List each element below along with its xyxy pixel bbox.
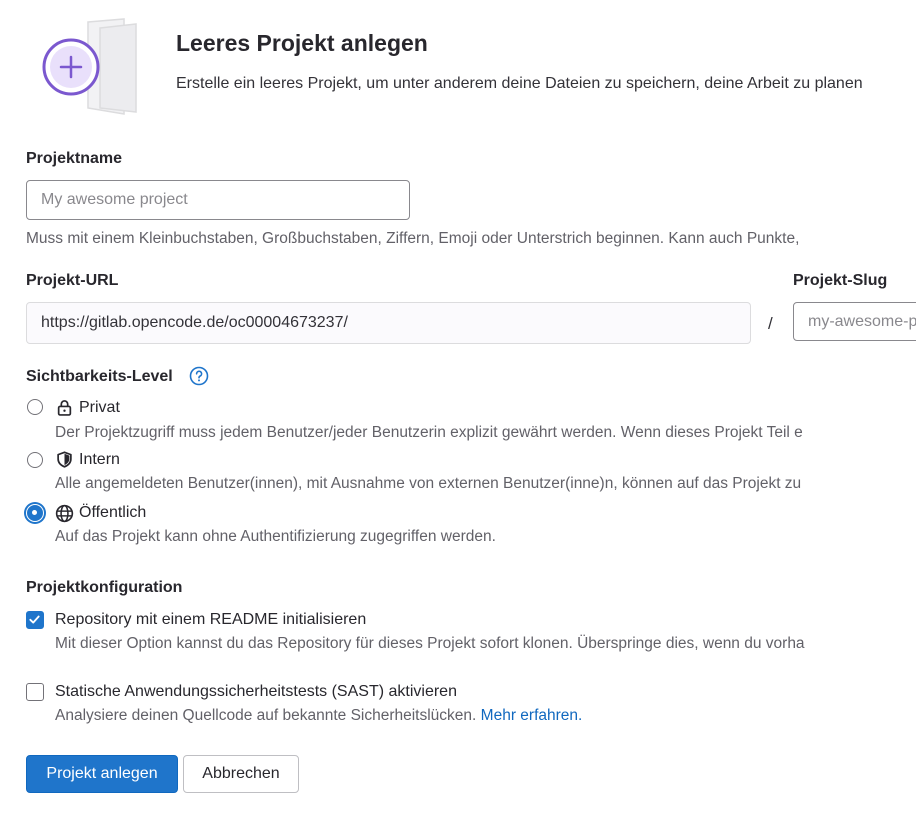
globe-icon xyxy=(55,504,74,523)
create-project-button[interactable]: Projekt anlegen xyxy=(26,755,178,793)
readme-checkbox[interactable] xyxy=(26,611,44,629)
check-icon xyxy=(29,615,40,624)
learn-more-link[interactable]: Mehr erfahren. xyxy=(481,707,583,724)
project-name-label: Projektname xyxy=(26,150,123,167)
visibility-internal-radio[interactable] xyxy=(27,452,43,468)
sast-checkbox-label[interactable]: Statische Anwendungssicherheitstests (SA… xyxy=(55,683,457,701)
visibility-private-description: Der Projektzugriff muss jedem Benutzer/j… xyxy=(55,424,803,441)
sast-checkbox[interactable] xyxy=(26,683,44,701)
cancel-button[interactable]: Abbrechen xyxy=(183,755,299,793)
project-slug-label: Projekt-Slug xyxy=(793,272,888,289)
sast-description-text: Analysiere deinen Quellcode auf bekannte… xyxy=(55,707,477,724)
visibility-private-label[interactable]: Privat xyxy=(79,399,120,417)
visibility-label: Sichtbarkeits-Level xyxy=(26,368,173,385)
readme-checkbox-label[interactable]: Repository mit einem README initialisier… xyxy=(55,611,366,629)
readme-description: Mit dieser Option kannst du das Reposito… xyxy=(55,635,805,652)
visibility-public-label[interactable]: Öffentlich xyxy=(79,504,146,522)
project-url-field[interactable]: https://gitlab.opencode.de/oc00004673237… xyxy=(26,302,751,344)
page-title: Leeres Projekt anlegen xyxy=(176,30,428,56)
visibility-internal-label[interactable]: Intern xyxy=(79,451,120,469)
visibility-public-description: Auf das Projekt kann ohne Authentifizier… xyxy=(55,528,496,545)
visibility-private-radio[interactable] xyxy=(27,399,43,415)
project-slug-input[interactable] xyxy=(793,302,916,341)
url-slug-separator: / xyxy=(768,314,773,333)
empty-project-illustration xyxy=(42,18,137,115)
visibility-public-radio[interactable] xyxy=(27,505,43,521)
shield-icon xyxy=(57,451,72,468)
project-url-label: Projekt-URL xyxy=(26,272,119,289)
question-circle-icon[interactable] xyxy=(189,366,209,386)
sast-description: Analysiere deinen Quellcode auf bekannte… xyxy=(55,707,582,725)
project-name-input[interactable] xyxy=(26,180,410,220)
visibility-internal-description: Alle angemeldeten Benutzer(innen), mit A… xyxy=(55,475,802,492)
page-subtitle: Erstelle ein leeres Projekt, um unter an… xyxy=(176,75,863,92)
project-name-help: Muss mit einem Kleinbuchstaben, Großbuch… xyxy=(26,230,800,247)
lock-icon xyxy=(57,400,72,416)
project-configuration-label: Projektkonfiguration xyxy=(26,579,183,596)
